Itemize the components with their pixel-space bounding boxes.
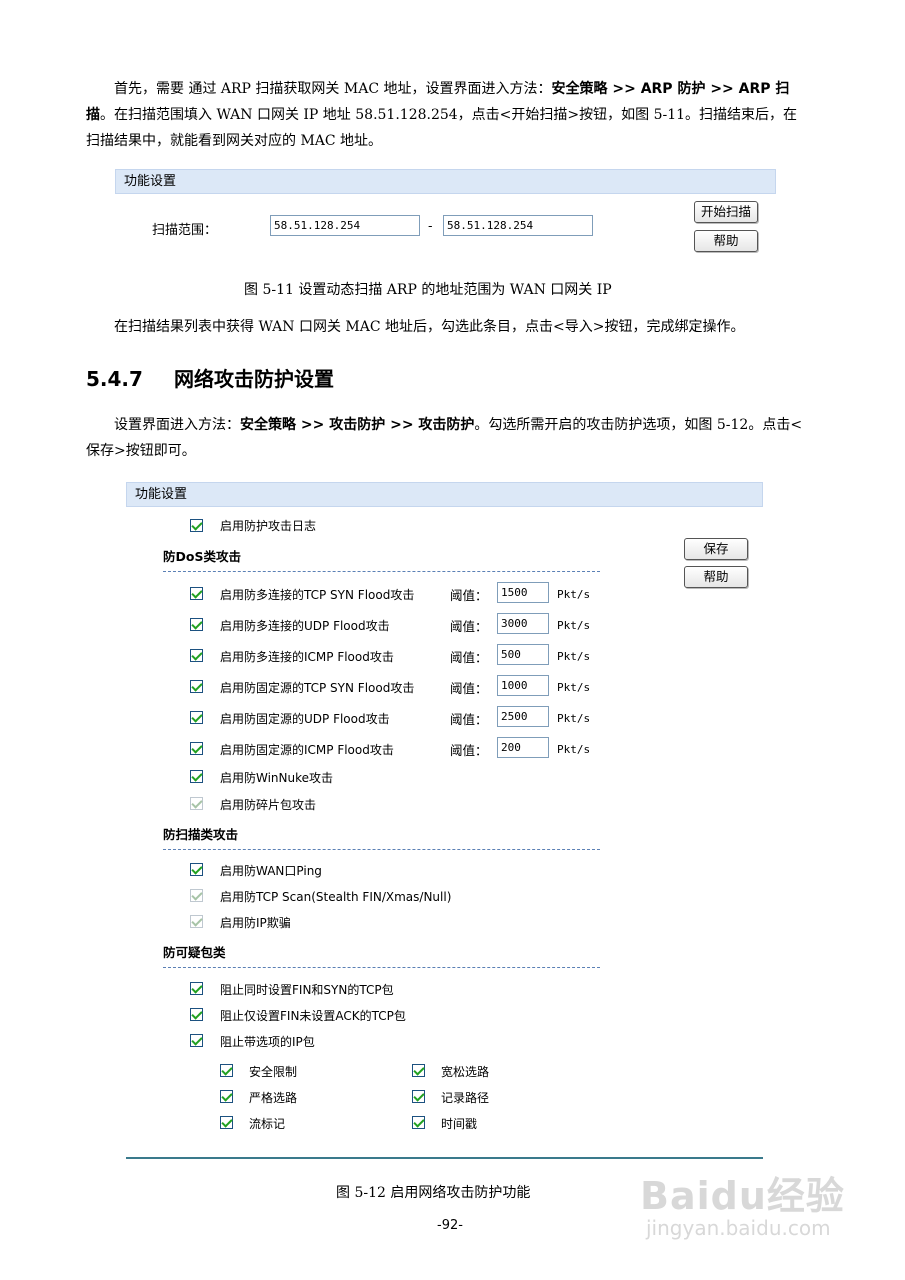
section-number: 5.4.7 <box>86 367 143 391</box>
threshold-unit: Pkt/s <box>557 743 591 756</box>
threshold-unit: Pkt/s <box>557 712 591 725</box>
threshold-unit: Pkt/s <box>557 588 591 601</box>
after-scan-text: 在扫描结果列表中获得 WAN 口网关 MAC 地址后，勾选此条目，点击<导入>按… <box>114 319 745 335</box>
fig512-caption: 图 5-12 启用网络攻击防护功能 <box>336 1185 531 1201</box>
ip-option-checkbox[interactable] <box>412 1090 425 1103</box>
threshold-label: 阈值： <box>450 681 488 696</box>
dos-label: 启用防多连接的TCP SYN Flood攻击 <box>220 588 415 602</box>
attack-log-checkbox[interactable] <box>190 519 203 532</box>
dos-section-title: 防DoS类攻击 <box>163 549 241 564</box>
figure-bottom-rule <box>126 1157 763 1159</box>
dos-checkbox[interactable] <box>190 742 203 755</box>
suspicious-section-title: 防可疑包类 <box>163 945 226 960</box>
suspicious-divider <box>163 967 600 968</box>
watermark-url: jingyan.baidu.com <box>646 1216 831 1240</box>
attack-intro-paragraph: 设置界面进入方法：安全策略 >> 攻击防护 >> 攻击防护。勾选所需开启的攻击防… <box>86 412 806 464</box>
intro-paragraph: 首先，需要 通过 ARP 扫描获取网关 MAC 地址，设置界面进入方法：安全策略… <box>86 76 806 154</box>
threshold-label: 阈值： <box>450 743 488 758</box>
fragment-checkbox[interactable] <box>190 797 203 810</box>
suspicious-checkbox[interactable] <box>190 982 203 995</box>
threshold-label: 阈值： <box>450 650 488 665</box>
scan-checkbox[interactable] <box>190 863 203 876</box>
threshold-unit: Pkt/s <box>557 681 591 694</box>
winnuke-label: 启用防WinNuke攻击 <box>220 771 334 785</box>
dos-label: 启用防多连接的ICMP Flood攻击 <box>220 650 394 664</box>
scan-label: 启用防IP欺骗 <box>220 916 291 930</box>
ip-option-label: 安全限制 <box>249 1065 298 1079</box>
intro-text-a: 首先，需要 通过 ARP 扫描获取网关 MAC 地址，设置界面进入方法： <box>114 81 552 97</box>
scan-label: 启用防TCP Scan(Stealth FIN/Xmas/Null) <box>220 890 452 904</box>
threshold-input[interactable]: 1500 <box>497 582 549 603</box>
ip-option-label: 记录路径 <box>441 1091 490 1105</box>
scan-label: 启用防WAN口Ping <box>220 864 322 878</box>
dos-divider <box>163 571 600 572</box>
ip-option-label: 严格选路 <box>249 1091 298 1105</box>
scan-range-start-input[interactable]: 58.51.128.254 <box>270 215 420 236</box>
dos-label: 启用防多连接的UDP Flood攻击 <box>220 619 390 633</box>
dos-checkbox[interactable] <box>190 680 203 693</box>
scan-range-label: 扫描范围： <box>152 223 218 238</box>
fig511-caption: 图 5-11 设置动态扫描 ARP 的地址范围为 WAN 口网关 IP <box>244 282 612 298</box>
suspicious-label: 阻止带选项的IP包 <box>220 1035 315 1049</box>
section-heading: 5.4.7 网络攻击防护设置 <box>86 363 334 392</box>
scan-checkbox[interactable] <box>190 889 203 902</box>
threshold-input[interactable]: 500 <box>497 644 549 665</box>
suspicious-label: 阻止同时设置FIN和SYN的TCP包 <box>220 983 394 997</box>
attack-menu-path: 安全策略 >> 攻击防护 >> 攻击防护 <box>240 417 475 433</box>
save-button[interactable]: 保存 <box>684 538 748 560</box>
ip-option-label: 流标记 <box>249 1117 286 1131</box>
suspicious-checkbox[interactable] <box>190 1034 203 1047</box>
scan-section-title: 防扫描类攻击 <box>163 827 239 842</box>
suspicious-label: 阻止仅设置FIN未设置ACK的TCP包 <box>220 1009 406 1023</box>
ip-option-checkbox[interactable] <box>220 1116 233 1129</box>
section-title: 网络攻击防护设置 <box>174 367 334 391</box>
dos-checkbox[interactable] <box>190 587 203 600</box>
attack-log-label: 启用防护攻击日志 <box>220 519 317 533</box>
ip-option-label: 时间戳 <box>441 1117 478 1131</box>
ip-option-label: 宽松选路 <box>441 1065 490 1079</box>
threshold-input[interactable]: 1000 <box>497 675 549 696</box>
winnuke-checkbox[interactable] <box>190 770 203 783</box>
scan-checkbox[interactable] <box>190 915 203 928</box>
threshold-label: 阈值： <box>450 619 488 634</box>
dos-checkbox[interactable] <box>190 618 203 631</box>
dos-label: 启用防固定源的ICMP Flood攻击 <box>220 743 394 757</box>
threshold-input[interactable]: 2500 <box>497 706 549 727</box>
page-number: -92- <box>437 1218 463 1233</box>
threshold-unit: Pkt/s <box>557 619 591 632</box>
scan-divider <box>163 849 600 850</box>
fig512-help-button[interactable]: 帮助 <box>684 566 748 588</box>
ip-option-checkbox[interactable] <box>220 1090 233 1103</box>
fragment-label: 启用防碎片包攻击 <box>220 798 317 812</box>
fig512-title-bar: 功能设置 <box>126 482 763 507</box>
ip-option-checkbox[interactable] <box>412 1116 425 1129</box>
threshold-label: 阈值： <box>450 712 488 727</box>
fig511-title-bar: 功能设置 <box>115 169 776 194</box>
attack-intro-text-a: 设置界面进入方法： <box>114 417 240 433</box>
threshold-unit: Pkt/s <box>557 650 591 663</box>
threshold-label: 阈值： <box>450 588 488 603</box>
intro-text-b: 。在扫描范围填入 WAN 口网关 IP 地址 58.51.128.254，点击<… <box>86 107 798 149</box>
ip-option-checkbox[interactable] <box>220 1064 233 1077</box>
start-scan-button[interactable]: 开始扫描 <box>694 201 758 223</box>
dos-label: 启用防固定源的TCP SYN Flood攻击 <box>220 681 415 695</box>
threshold-input[interactable]: 200 <box>497 737 549 758</box>
suspicious-checkbox[interactable] <box>190 1008 203 1021</box>
dos-checkbox[interactable] <box>190 711 203 724</box>
dos-checkbox[interactable] <box>190 649 203 662</box>
ip-option-checkbox[interactable] <box>412 1064 425 1077</box>
after-scan-paragraph: 在扫描结果列表中获得 WAN 口网关 MAC 地址后，勾选此条目，点击<导入>按… <box>86 314 806 340</box>
watermark-logo: Baidu经验 <box>640 1174 845 1218</box>
scan-range-end-input[interactable]: 58.51.128.254 <box>443 215 593 236</box>
scan-range-separator: - <box>428 218 433 233</box>
dos-label: 启用防固定源的UDP Flood攻击 <box>220 712 390 726</box>
fig511-help-button[interactable]: 帮助 <box>694 230 758 252</box>
threshold-input[interactable]: 3000 <box>497 613 549 634</box>
baidu-watermark: Baidu经验 jingyan.baidu.com <box>640 1165 845 1240</box>
